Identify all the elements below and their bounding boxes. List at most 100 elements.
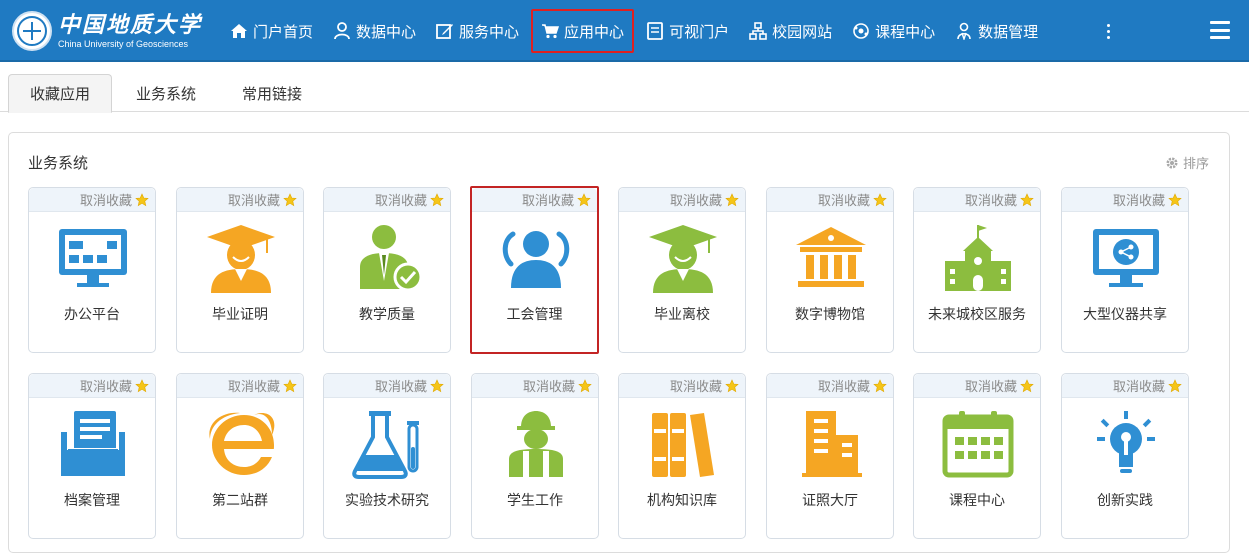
teacher-check-icon xyxy=(348,222,428,294)
more-vertical-icon[interactable] xyxy=(1100,18,1116,44)
hamburger-icon[interactable] xyxy=(1210,21,1230,39)
app-card-teaching-quality[interactable]: 取消收藏 教学质量 xyxy=(323,187,451,353)
sitemap-icon xyxy=(749,22,767,40)
unfavorite-link[interactable]: 取消收藏 xyxy=(375,376,427,395)
unfavorite-link[interactable]: 取消收藏 xyxy=(523,376,575,395)
nav-label: 数据中心 xyxy=(356,22,417,41)
building-icon xyxy=(791,408,871,480)
section-title: 业务系统 xyxy=(28,154,89,172)
app-card-institutional-repository[interactable]: 取消收藏 机构知识库 xyxy=(618,373,746,539)
unfavorite-link[interactable]: 取消收藏 xyxy=(1113,190,1165,209)
main-nav: 门户首页 数据中心 服务中心 应用中心 可视门户 校园网站 课程中心 数据管理 xyxy=(222,0,1050,62)
unfavorite-link[interactable]: 取消收藏 xyxy=(228,376,280,395)
app-label: 毕业离校 xyxy=(654,307,710,323)
app-label: 学生工作 xyxy=(507,493,563,509)
unfavorite-link[interactable]: 取消收藏 xyxy=(228,190,280,209)
star-icon xyxy=(577,192,591,206)
nav-item-data-management[interactable]: 数据管理 xyxy=(947,9,1046,53)
unfavorite-link[interactable]: 取消收藏 xyxy=(1113,376,1165,395)
star-icon xyxy=(430,192,444,206)
archive-icon xyxy=(53,408,133,480)
sort-label: 排序 xyxy=(1182,157,1209,172)
monitor-icon xyxy=(646,22,664,40)
tab-label: 业务系统 xyxy=(135,84,196,103)
app-label: 未来城校区服务 xyxy=(928,307,1026,323)
graduate-orange-icon xyxy=(201,222,281,294)
tab-bar: 收藏应用 业务系统 常用链接 xyxy=(0,64,1249,113)
nav-item-campus-site[interactable]: 校园网站 xyxy=(741,9,840,53)
star-icon xyxy=(725,378,739,392)
star-icon xyxy=(1020,192,1034,206)
star-icon xyxy=(1020,378,1034,392)
nav-label: 数据管理 xyxy=(978,22,1039,41)
star-icon xyxy=(283,192,297,206)
books-icon xyxy=(643,408,723,480)
app-card-lab-research[interactable]: 取消收藏 实验技术研究 xyxy=(323,373,451,539)
app-card-course-center[interactable]: 取消收藏 课程中心 xyxy=(913,373,1041,539)
unfavorite-link[interactable]: 取消收藏 xyxy=(818,376,870,395)
nav-item-service-center[interactable]: 服务中心 xyxy=(428,9,527,53)
unfavorite-link[interactable]: 取消收藏 xyxy=(522,190,574,209)
app-card-instrument-sharing[interactable]: 取消收藏 大型仪器共享 xyxy=(1061,187,1189,353)
app-card-archive-management[interactable]: 取消收藏 档案管理 xyxy=(28,373,156,539)
star-icon xyxy=(873,192,887,206)
unfavorite-link[interactable]: 取消收藏 xyxy=(670,376,722,395)
app-label: 证照大厅 xyxy=(802,493,858,509)
app-card-innovation-practice[interactable]: 取消收藏 创新实践 xyxy=(1061,373,1189,539)
union-group-icon xyxy=(496,222,576,294)
app-card-future-city-campus[interactable]: 取消收藏 未来城校区服务 xyxy=(913,187,1041,353)
nav-item-visual-portal[interactable]: 可视门户 xyxy=(638,9,737,53)
nav-item-portal-home[interactable]: 门户首页 xyxy=(222,9,321,53)
office-monitor-icon xyxy=(53,222,133,294)
nav-label: 服务中心 xyxy=(459,22,520,41)
gear-icon xyxy=(1166,157,1178,168)
tab-favorite-apps[interactable]: 收藏应用 xyxy=(8,74,112,113)
app-card-graduation-leave[interactable]: 取消收藏 毕业离校 xyxy=(618,187,746,353)
nav-label: 应用中心 xyxy=(564,22,625,41)
unfavorite-link[interactable]: 取消收藏 xyxy=(375,190,427,209)
nav-item-data-center[interactable]: 数据中心 xyxy=(325,9,424,53)
unfavorite-link[interactable]: 取消收藏 xyxy=(965,190,1017,209)
app-label: 实验技术研究 xyxy=(345,493,429,509)
unfavorite-link[interactable]: 取消收藏 xyxy=(80,376,132,395)
unfavorite-link[interactable]: 取消收藏 xyxy=(965,376,1017,395)
star-icon xyxy=(135,192,149,206)
nav-label: 校园网站 xyxy=(772,22,833,41)
sort-button[interactable]: 排序 xyxy=(1165,153,1209,172)
app-label: 教学质量 xyxy=(359,307,415,323)
app-card-digital-museum[interactable]: 取消收藏 数字博物馆 xyxy=(766,187,894,353)
ie-browser-icon xyxy=(201,408,281,480)
app-label: 毕业证明 xyxy=(212,307,268,323)
unfavorite-link[interactable]: 取消收藏 xyxy=(80,190,132,209)
app-card-license-hall[interactable]: 取消收藏 证照大厅 xyxy=(766,373,894,539)
tab-business-systems[interactable]: 业务系统 xyxy=(118,74,214,112)
app-card-second-site-group[interactable]: 取消收藏 第二站群 xyxy=(176,373,304,539)
app-card-student-affairs[interactable]: 取消收藏 学生工作 xyxy=(471,373,599,539)
app-card-union-management[interactable]: 取消收藏 工会管理 xyxy=(470,186,599,354)
unfavorite-link[interactable]: 取消收藏 xyxy=(670,190,722,209)
tab-label: 收藏应用 xyxy=(29,85,90,103)
nav-label: 门户首页 xyxy=(253,22,314,41)
tab-label: 常用链接 xyxy=(241,84,302,103)
app-label: 工会管理 xyxy=(506,307,563,323)
app-label: 档案管理 xyxy=(64,493,120,509)
share-screen-icon xyxy=(1086,222,1166,294)
app-card-office-platform[interactable]: 取消收藏 办公平台 xyxy=(28,187,156,353)
school-building-icon xyxy=(938,222,1018,294)
nav-item-course-center[interactable]: 课程中心 xyxy=(844,9,943,53)
lightbulb-icon xyxy=(1086,408,1166,480)
app-label: 课程中心 xyxy=(949,493,1005,509)
app-label: 机构知识库 xyxy=(647,493,717,509)
app-card-graduation-certificate[interactable]: 取消收藏 毕业证明 xyxy=(176,187,304,353)
university-logo[interactable]: 中国地质大学 China University of Geosciences xyxy=(12,8,202,54)
app-label: 大型仪器共享 xyxy=(1083,307,1167,323)
worker-icon xyxy=(496,408,576,480)
nav-item-app-center[interactable]: 应用中心 xyxy=(531,9,635,53)
unfavorite-link[interactable]: 取消收藏 xyxy=(818,190,870,209)
tab-common-links[interactable]: 常用链接 xyxy=(224,74,320,112)
star-icon xyxy=(283,378,297,392)
app-panel: 业务系统 排序 取消收藏 办公平台 取消收藏 毕业证明 取消收藏 教学质量 取消… xyxy=(8,132,1230,553)
app-label: 办公平台 xyxy=(64,307,120,323)
app-label: 第二站群 xyxy=(212,493,268,509)
star-icon xyxy=(135,378,149,392)
